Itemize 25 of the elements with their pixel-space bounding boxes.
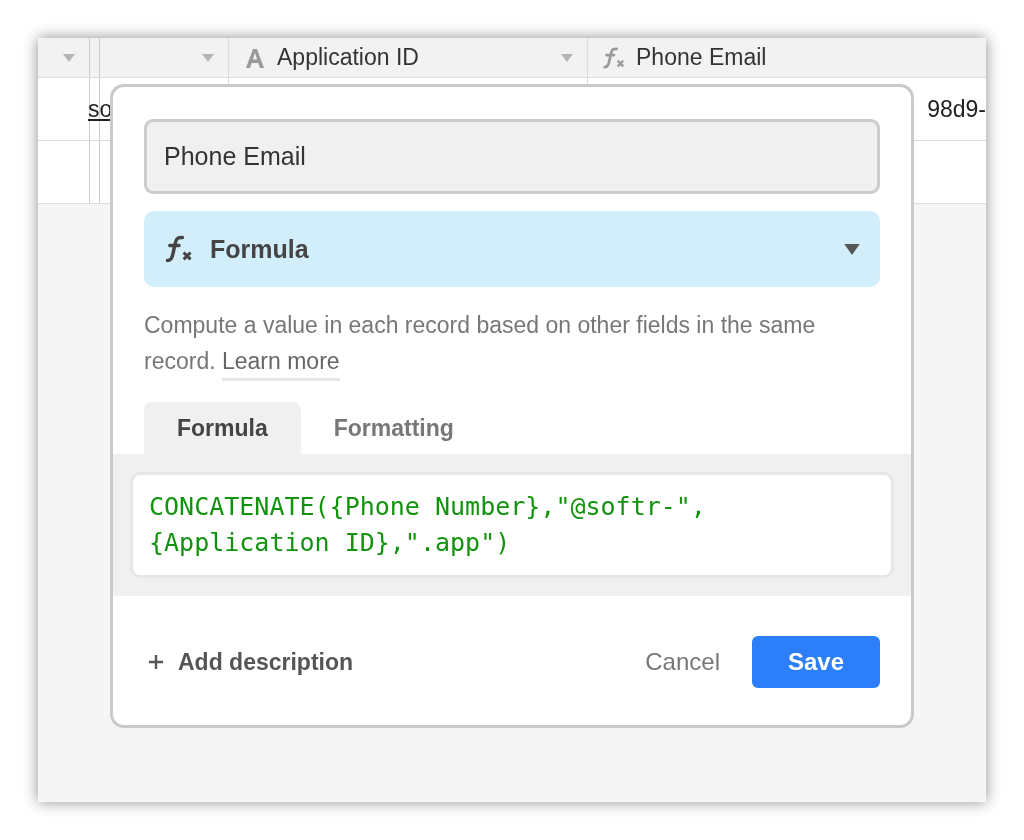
cell-text: 98d9-: [927, 95, 986, 123]
caret-icon[interactable]: [202, 53, 214, 62]
formula-icon: [602, 45, 626, 70]
field-name-input[interactable]: Phone Email: [144, 119, 880, 194]
field-type-select[interactable]: Formula: [144, 211, 880, 287]
learn-more-link[interactable]: Learn more: [222, 348, 340, 381]
caret-icon: [844, 243, 860, 255]
column-title: Phone Email: [636, 44, 767, 71]
column-header[interactable]: [99, 38, 229, 77]
tab[interactable]: Formatting: [300, 402, 487, 454]
formula-line: {Application ID},".app"): [149, 527, 512, 559]
save-button[interactable]: Save: [752, 636, 880, 688]
formula-icon: [164, 235, 194, 263]
plus-icon: [148, 654, 164, 670]
add-description-button[interactable]: Add description: [144, 648, 358, 676]
formula-editor[interactable]: CONCATENATE({Phone Number},"@softr-", {Application ID},".app"): [130, 472, 894, 578]
column-title: Application ID: [277, 44, 419, 71]
caret-icon[interactable]: [63, 53, 75, 62]
field-type-description: Compute a value in each record based on other fields in the same record. Learn more: [144, 307, 851, 379]
caret-icon[interactable]: [561, 53, 573, 62]
column-header[interactable]: Application ID: [229, 38, 588, 77]
column-header[interactable]: Phone Email: [588, 38, 986, 77]
formula-line: CONCATENATE({Phone Number},"@softr-",: [149, 491, 707, 523]
cancel-button[interactable]: Cancel: [633, 640, 732, 684]
tab[interactable]: Formula: [144, 402, 301, 454]
